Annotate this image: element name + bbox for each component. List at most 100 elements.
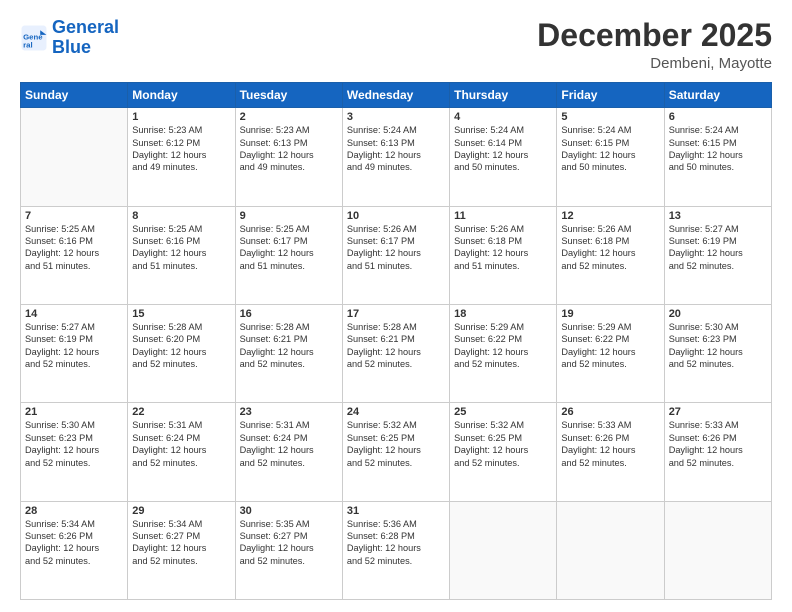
day-info: Sunrise: 5:35 AM Sunset: 6:27 PM Dayligh… [240,518,338,568]
day-number: 19 [561,308,659,320]
calendar-cell: 29Sunrise: 5:34 AM Sunset: 6:27 PM Dayli… [128,501,235,599]
calendar-cell: 21Sunrise: 5:30 AM Sunset: 6:23 PM Dayli… [21,403,128,501]
day-number: 3 [347,111,445,123]
calendar-cell: 28Sunrise: 5:34 AM Sunset: 6:26 PM Dayli… [21,501,128,599]
day-info: Sunrise: 5:34 AM Sunset: 6:26 PM Dayligh… [25,518,123,568]
day-number: 10 [347,210,445,222]
calendar-cell: 26Sunrise: 5:33 AM Sunset: 6:26 PM Dayli… [557,403,664,501]
day-info: Sunrise: 5:31 AM Sunset: 6:24 PM Dayligh… [240,419,338,469]
day-number: 29 [132,505,230,517]
day-info: Sunrise: 5:29 AM Sunset: 6:22 PM Dayligh… [454,321,552,371]
day-info: Sunrise: 5:29 AM Sunset: 6:22 PM Dayligh… [561,321,659,371]
day-info: Sunrise: 5:33 AM Sunset: 6:26 PM Dayligh… [561,419,659,469]
logo-line2: Blue [52,37,91,57]
day-number: 11 [454,210,552,222]
day-number: 30 [240,505,338,517]
calendar-cell: 15Sunrise: 5:28 AM Sunset: 6:20 PM Dayli… [128,304,235,402]
calendar-cell [664,501,771,599]
day-number: 25 [454,406,552,418]
calendar-week-row: 7Sunrise: 5:25 AM Sunset: 6:16 PM Daylig… [21,206,772,304]
calendar-cell [21,108,128,206]
day-number: 31 [347,505,445,517]
calendar-cell: 16Sunrise: 5:28 AM Sunset: 6:21 PM Dayli… [235,304,342,402]
day-info: Sunrise: 5:26 AM Sunset: 6:17 PM Dayligh… [347,223,445,273]
day-number: 28 [25,505,123,517]
day-number: 14 [25,308,123,320]
day-number: 13 [669,210,767,222]
day-info: Sunrise: 5:25 AM Sunset: 6:17 PM Dayligh… [240,223,338,273]
day-number: 27 [669,406,767,418]
day-number: 4 [454,111,552,123]
day-info: Sunrise: 5:26 AM Sunset: 6:18 PM Dayligh… [454,223,552,273]
day-info: Sunrise: 5:30 AM Sunset: 6:23 PM Dayligh… [25,419,123,469]
location: Dembeni, Mayotte [537,55,772,72]
calendar-header-row: SundayMondayTuesdayWednesdayThursdayFrid… [21,83,772,108]
logo: Gene ral General Blue [20,18,119,58]
day-number: 1 [132,111,230,123]
calendar-day-header: Friday [557,83,664,108]
calendar-cell: 5Sunrise: 5:24 AM Sunset: 6:15 PM Daylig… [557,108,664,206]
day-info: Sunrise: 5:28 AM Sunset: 6:20 PM Dayligh… [132,321,230,371]
day-number: 15 [132,308,230,320]
calendar-cell: 10Sunrise: 5:26 AM Sunset: 6:17 PM Dayli… [342,206,449,304]
calendar-cell: 24Sunrise: 5:32 AM Sunset: 6:25 PM Dayli… [342,403,449,501]
day-number: 17 [347,308,445,320]
calendar-week-row: 28Sunrise: 5:34 AM Sunset: 6:26 PM Dayli… [21,501,772,599]
day-info: Sunrise: 5:24 AM Sunset: 6:15 PM Dayligh… [561,124,659,174]
calendar-day-header: Wednesday [342,83,449,108]
svg-text:ral: ral [23,40,33,49]
calendar-cell: 7Sunrise: 5:25 AM Sunset: 6:16 PM Daylig… [21,206,128,304]
day-info: Sunrise: 5:36 AM Sunset: 6:28 PM Dayligh… [347,518,445,568]
day-info: Sunrise: 5:33 AM Sunset: 6:26 PM Dayligh… [669,419,767,469]
day-number: 5 [561,111,659,123]
calendar-cell: 6Sunrise: 5:24 AM Sunset: 6:15 PM Daylig… [664,108,771,206]
calendar-cell: 1Sunrise: 5:23 AM Sunset: 6:12 PM Daylig… [128,108,235,206]
calendar-cell: 14Sunrise: 5:27 AM Sunset: 6:19 PM Dayli… [21,304,128,402]
day-number: 6 [669,111,767,123]
calendar-day-header: Sunday [21,83,128,108]
calendar-cell: 12Sunrise: 5:26 AM Sunset: 6:18 PM Dayli… [557,206,664,304]
calendar-day-header: Thursday [450,83,557,108]
day-info: Sunrise: 5:24 AM Sunset: 6:15 PM Dayligh… [669,124,767,174]
day-info: Sunrise: 5:30 AM Sunset: 6:23 PM Dayligh… [669,321,767,371]
header: Gene ral General Blue December 2025 Demb… [20,18,772,72]
day-info: Sunrise: 5:25 AM Sunset: 6:16 PM Dayligh… [132,223,230,273]
day-info: Sunrise: 5:28 AM Sunset: 6:21 PM Dayligh… [347,321,445,371]
calendar-week-row: 1Sunrise: 5:23 AM Sunset: 6:12 PM Daylig… [21,108,772,206]
day-info: Sunrise: 5:23 AM Sunset: 6:12 PM Dayligh… [132,124,230,174]
calendar-cell: 27Sunrise: 5:33 AM Sunset: 6:26 PM Dayli… [664,403,771,501]
day-number: 7 [25,210,123,222]
calendar-cell: 30Sunrise: 5:35 AM Sunset: 6:27 PM Dayli… [235,501,342,599]
calendar-table: SundayMondayTuesdayWednesdayThursdayFrid… [20,82,772,600]
calendar-day-header: Tuesday [235,83,342,108]
calendar-cell: 8Sunrise: 5:25 AM Sunset: 6:16 PM Daylig… [128,206,235,304]
day-number: 18 [454,308,552,320]
calendar-day-header: Monday [128,83,235,108]
day-number: 2 [240,111,338,123]
calendar-cell: 2Sunrise: 5:23 AM Sunset: 6:13 PM Daylig… [235,108,342,206]
day-info: Sunrise: 5:27 AM Sunset: 6:19 PM Dayligh… [669,223,767,273]
day-number: 20 [669,308,767,320]
calendar-cell: 31Sunrise: 5:36 AM Sunset: 6:28 PM Dayli… [342,501,449,599]
day-info: Sunrise: 5:24 AM Sunset: 6:14 PM Dayligh… [454,124,552,174]
calendar-cell [557,501,664,599]
calendar-cell: 3Sunrise: 5:24 AM Sunset: 6:13 PM Daylig… [342,108,449,206]
day-number: 21 [25,406,123,418]
day-number: 8 [132,210,230,222]
calendar-cell: 13Sunrise: 5:27 AM Sunset: 6:19 PM Dayli… [664,206,771,304]
title-block: December 2025 Dembeni, Mayotte [537,18,772,72]
day-info: Sunrise: 5:25 AM Sunset: 6:16 PM Dayligh… [25,223,123,273]
day-info: Sunrise: 5:28 AM Sunset: 6:21 PM Dayligh… [240,321,338,371]
logo-icon: Gene ral [20,24,48,52]
day-info: Sunrise: 5:32 AM Sunset: 6:25 PM Dayligh… [454,419,552,469]
logo-text: General Blue [52,18,119,58]
day-info: Sunrise: 5:26 AM Sunset: 6:18 PM Dayligh… [561,223,659,273]
calendar-cell: 18Sunrise: 5:29 AM Sunset: 6:22 PM Dayli… [450,304,557,402]
day-info: Sunrise: 5:23 AM Sunset: 6:13 PM Dayligh… [240,124,338,174]
calendar-cell: 11Sunrise: 5:26 AM Sunset: 6:18 PM Dayli… [450,206,557,304]
day-number: 22 [132,406,230,418]
day-number: 24 [347,406,445,418]
calendar-cell: 17Sunrise: 5:28 AM Sunset: 6:21 PM Dayli… [342,304,449,402]
logo-line1: General [52,17,119,37]
day-info: Sunrise: 5:32 AM Sunset: 6:25 PM Dayligh… [347,419,445,469]
